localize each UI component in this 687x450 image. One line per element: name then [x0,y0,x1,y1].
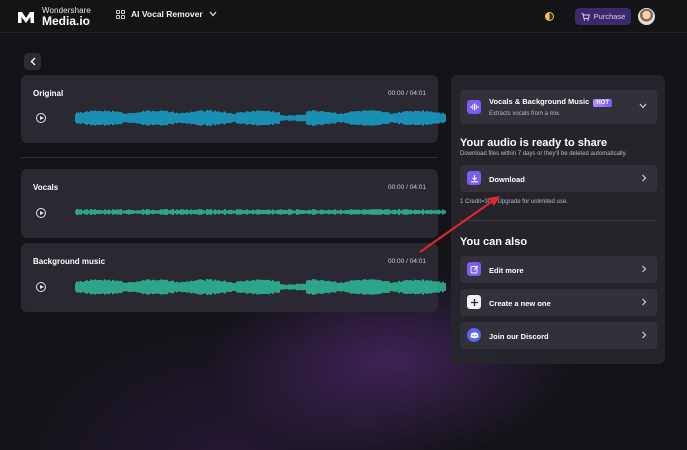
annotation-arrow [419,196,500,253]
